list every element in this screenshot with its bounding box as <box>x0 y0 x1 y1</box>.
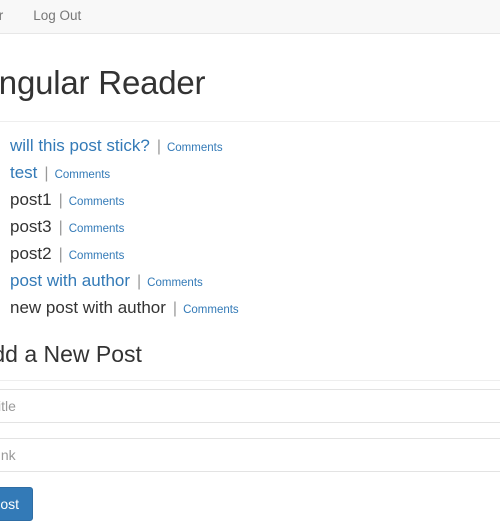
post-comments-link[interactable]: Comments <box>55 165 111 186</box>
top-navbar: user Log Out <box>0 0 500 34</box>
post-comments-link[interactable]: Comments <box>69 192 125 213</box>
nav-link-user[interactable]: user <box>0 0 18 33</box>
post-title-link[interactable]: post with author <box>10 270 130 291</box>
submit-post-button[interactable]: Post <box>0 487 34 521</box>
post-comments-link[interactable]: Comments <box>69 219 125 240</box>
table-row: 0 post2 | Comments <box>0 242 500 269</box>
add-post-heading: Add a New Post <box>0 341 142 367</box>
post-separator: | <box>58 219 63 236</box>
table-row: 1 post3 | Comments <box>0 215 500 242</box>
table-row: 3 will this post stick? | Comments <box>0 134 500 161</box>
post-title-link[interactable]: will this post stick? <box>10 135 150 156</box>
post-title-text: new post with author <box>10 298 166 317</box>
post-separator: | <box>44 165 49 182</box>
page-title: Angular Reader <box>0 64 206 101</box>
post-comments-link[interactable]: Comments <box>69 246 125 267</box>
post-separator: | <box>156 138 161 155</box>
post-separator: | <box>58 246 63 263</box>
post-list: 3 will this post stick? | Comments 3 tes… <box>0 122 500 323</box>
post-title-text: post2 <box>10 244 52 263</box>
post-separator: | <box>137 273 142 290</box>
table-row: 0 new post with author | Comments <box>0 296 500 323</box>
post-title-input[interactable] <box>0 389 500 423</box>
add-post-form: Post <box>0 381 500 521</box>
post-separator: | <box>172 300 178 317</box>
post-title-text: post1 <box>10 190 52 209</box>
table-row: 3 test | Comments <box>0 161 500 188</box>
main-container: Angular Reader 3 will this post stick? |… <box>0 34 500 521</box>
post-title-link[interactable]: test <box>10 162 37 183</box>
post-comments-link[interactable]: Comments <box>147 273 203 294</box>
navbar-item-list: user Log Out <box>0 0 500 33</box>
table-row: 1 post1 | Comments <box>0 188 500 215</box>
nav-item-log-out[interactable]: Log Out <box>18 0 96 33</box>
table-row: 0 post with author | Comments <box>0 269 500 296</box>
post-title-text: post3 <box>10 217 52 236</box>
post-comments-link[interactable]: Comments <box>167 138 223 159</box>
post-comments-link[interactable]: Comments <box>183 300 239 321</box>
post-separator: | <box>58 192 63 209</box>
nav-item-user[interactable]: user <box>0 0 18 33</box>
post-link-input[interactable] <box>0 438 500 472</box>
nav-link-log-out[interactable]: Log Out <box>18 0 96 33</box>
page-root: user Log Out Angular Reader 3 will this … <box>0 0 500 521</box>
